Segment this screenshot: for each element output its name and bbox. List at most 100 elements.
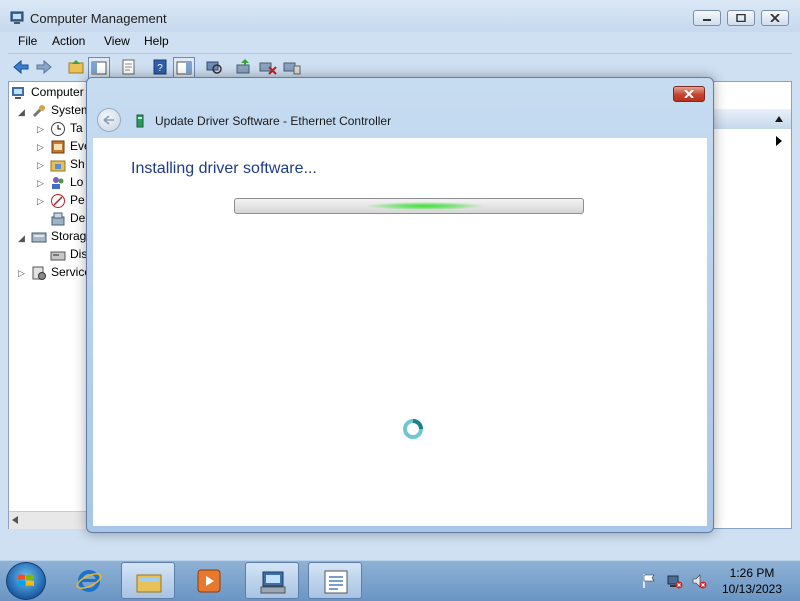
installing-heading: Installing driver software... [131, 160, 317, 177]
services-icon [32, 266, 46, 280]
tree-label: Computer [31, 85, 84, 100]
tree-item-storage[interactable]: Storag [31, 229, 86, 246]
tree-item-services[interactable]: Service [31, 265, 91, 282]
properties-icon[interactable] [118, 57, 138, 77]
shared-folders-icon [50, 160, 66, 172]
clock-time: 1:26 PM [729, 566, 775, 580]
collapse-arrow-icon[interactable]: ▷ [37, 196, 44, 207]
media-player-icon [197, 569, 221, 593]
actions-pane-header[interactable] [712, 109, 791, 129]
tree-label: Storag [51, 229, 87, 244]
back-arrow-icon [103, 115, 114, 125]
expand-arrow-icon[interactable]: ◢ [18, 107, 25, 118]
tree-label: Sh [70, 157, 85, 172]
collapse-arrow-icon[interactable]: ▷ [37, 178, 44, 189]
menu-bar: File Action View Help [8, 32, 792, 52]
clock-icon [51, 122, 65, 136]
collapse-arrow-icon[interactable]: ▷ [18, 268, 25, 279]
clock-date: 10/13/2023 [721, 582, 783, 596]
taskbar-notepad[interactable] [308, 562, 362, 599]
computer-management-icon [260, 571, 286, 594]
maximize-icon [736, 14, 746, 22]
title-bar[interactable]: Computer Management [0, 0, 800, 32]
collapse-up-icon[interactable] [774, 115, 784, 123]
tree-item-device-manager[interactable]: De [50, 211, 85, 228]
show-hide-action-pane-icon[interactable] [173, 57, 195, 79]
action-center-flag-icon[interactable] [641, 573, 657, 589]
notepad-icon [324, 570, 348, 594]
tree-item-performance[interactable]: Pe [50, 193, 85, 210]
collapse-arrow-icon[interactable]: ▷ [37, 124, 44, 135]
tree-label: Dis [70, 247, 88, 262]
storage-icon [31, 232, 47, 243]
menu-view[interactable]: View [104, 34, 130, 48]
disable-device-icon[interactable] [258, 57, 278, 77]
tree-item-computer[interactable]: Computer [11, 85, 84, 102]
help-icon[interactable]: ? [150, 57, 170, 77]
uninstall-device-icon[interactable] [282, 57, 302, 77]
expand-arrow-icon[interactable]: ◢ [18, 233, 25, 244]
progress-glow [365, 202, 485, 210]
show-hide-tree-icon[interactable] [88, 57, 110, 79]
disk-icon [50, 251, 66, 261]
window-title: Computer Management [30, 11, 167, 26]
computer-management-icon [10, 11, 24, 24]
taskbar-explorer[interactable] [121, 562, 175, 599]
tree-item-event-viewer[interactable]: Eve [50, 139, 91, 156]
up-folder-icon[interactable] [66, 57, 86, 77]
tree-item-disk-management[interactable]: Dis [50, 247, 87, 264]
horizontal-scrollbar[interactable] [9, 511, 89, 529]
dialog-body: Installing driver software... [93, 138, 707, 526]
back-button[interactable] [97, 108, 121, 132]
network-disconnected-icon[interactable] [667, 573, 683, 589]
system-clock[interactable]: 1:26 PM 10/13/2023 [712, 565, 792, 597]
busy-spinner-icon [403, 419, 423, 439]
collapse-arrow-icon[interactable]: ▷ [37, 160, 44, 171]
windows-logo-icon [18, 574, 34, 586]
tree-item-task-scheduler[interactable]: Ta [50, 121, 83, 138]
tree-label: System [51, 103, 92, 118]
progress-bar [234, 198, 584, 214]
close-icon [770, 14, 780, 22]
menu-file[interactable]: File [18, 34, 37, 48]
update-driver-icon[interactable] [234, 57, 254, 77]
back-arrow-icon[interactable] [11, 57, 31, 77]
event-viewer-icon [51, 140, 65, 154]
tree-label: Service [51, 265, 92, 280]
tree-item-system-tools[interactable]: System [31, 103, 91, 120]
tree-item-local-users[interactable]: Lo [50, 175, 83, 192]
forward-arrow-icon[interactable] [34, 57, 54, 77]
taskbar: 1:26 PM 10/13/2023 [0, 560, 800, 601]
internet-explorer-icon [76, 570, 102, 592]
start-button[interactable] [6, 562, 46, 600]
collapse-arrow-icon[interactable]: ▷ [37, 142, 44, 153]
menu-help[interactable]: Help [144, 34, 169, 48]
scroll-left-icon[interactable] [12, 516, 18, 524]
dialog-title: Update Driver Software - Ethernet Contro… [155, 114, 392, 128]
explorer-icon [136, 574, 162, 593]
device-manager-icon [51, 212, 65, 226]
dialog-close-button[interactable] [673, 86, 705, 102]
dialog-header: Update Driver Software - Ethernet Contro… [93, 106, 707, 136]
taskbar-computer-management[interactable] [245, 562, 299, 599]
maximize-button[interactable] [727, 10, 755, 26]
minimize-icon [703, 19, 711, 21]
tree-label: Pe [70, 193, 85, 208]
update-driver-dialog: Update Driver Software - Ethernet Contro… [86, 77, 714, 533]
menu-action[interactable]: Action [52, 34, 85, 48]
users-icon [52, 177, 64, 189]
tree-label: De [70, 211, 86, 226]
more-actions-arrow-icon[interactable] [776, 136, 782, 146]
computer-icon [12, 87, 24, 99]
minimize-button[interactable] [693, 10, 721, 26]
tree-item-shared-folders[interactable]: Sh [50, 157, 85, 174]
tree-label: Ta [70, 121, 83, 136]
volume-muted-icon[interactable] [691, 573, 707, 589]
close-window-button[interactable] [761, 10, 789, 26]
tree-label: Lo [70, 175, 84, 190]
taskbar-internet-explorer[interactable] [62, 562, 116, 599]
scan-hardware-icon[interactable] [204, 57, 224, 77]
taskbar-media-player[interactable] [182, 562, 236, 599]
toolbar: ? [8, 53, 792, 79]
close-icon [684, 90, 694, 98]
